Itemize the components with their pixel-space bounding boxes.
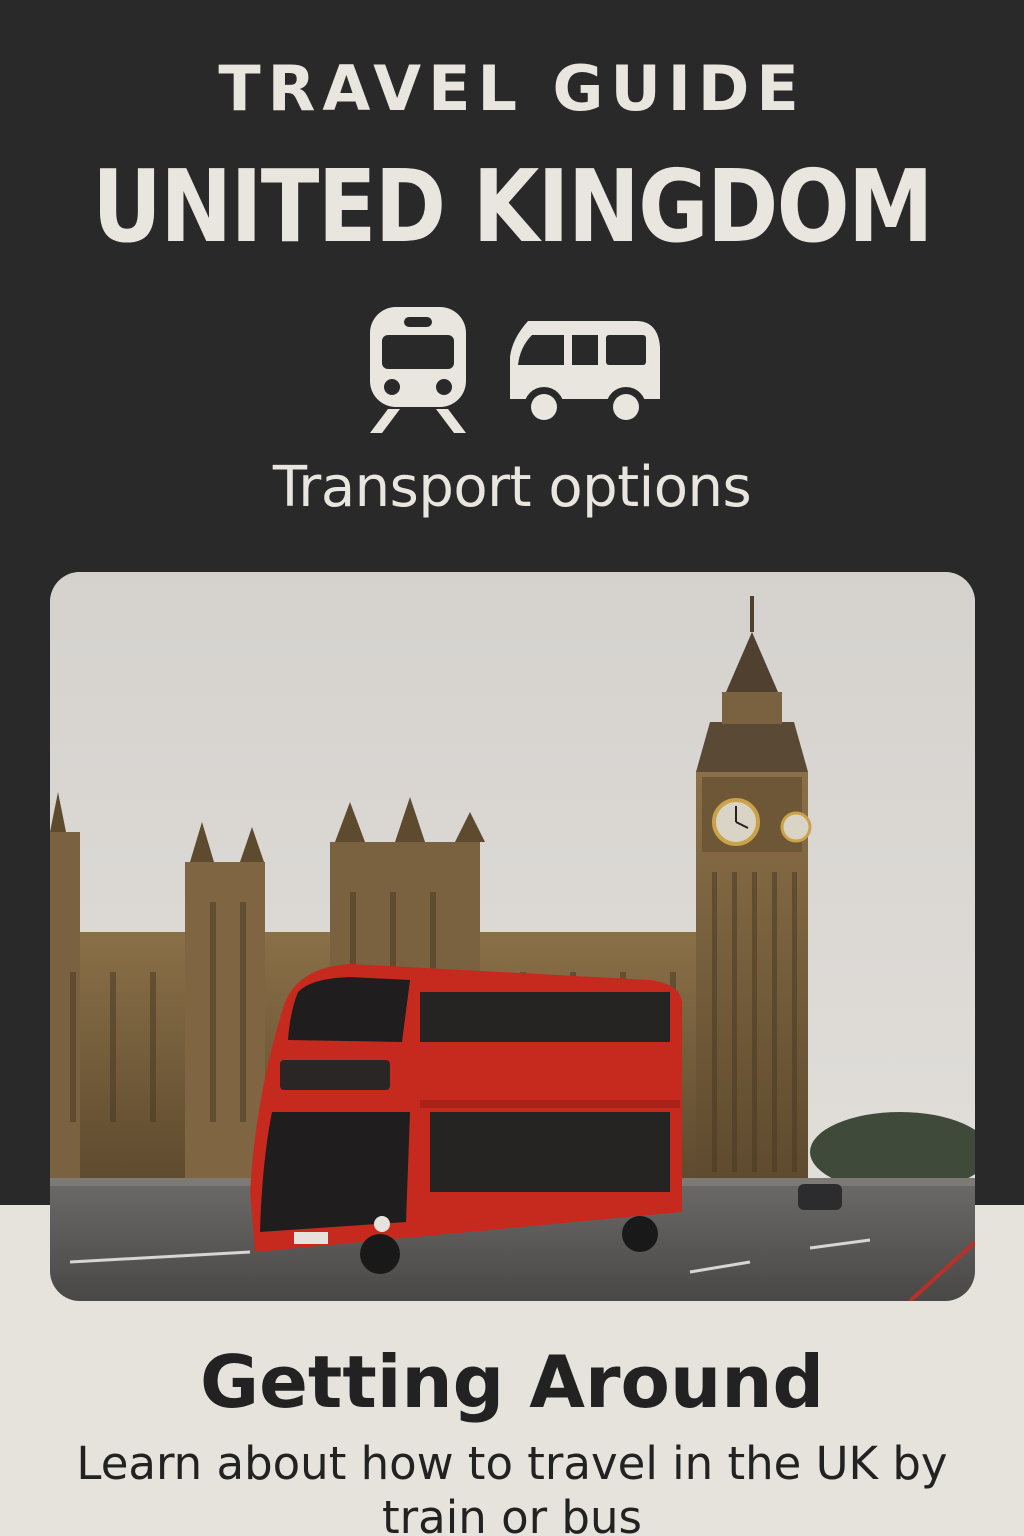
page-title: UNITED KINGDOM: [92, 148, 933, 265]
section-body: Learn about how to travel in the UK by t…: [76, 1437, 948, 1536]
bus-icon: [510, 321, 660, 427]
hero-photo: [50, 572, 975, 1301]
transport-icons: [366, 305, 666, 435]
train-icon: [370, 307, 466, 433]
page-subtitle: Transport options: [272, 455, 752, 520]
section-title: Getting Around: [199, 1340, 825, 1424]
guide-kicker: TRAVEL GUIDE: [218, 52, 806, 125]
